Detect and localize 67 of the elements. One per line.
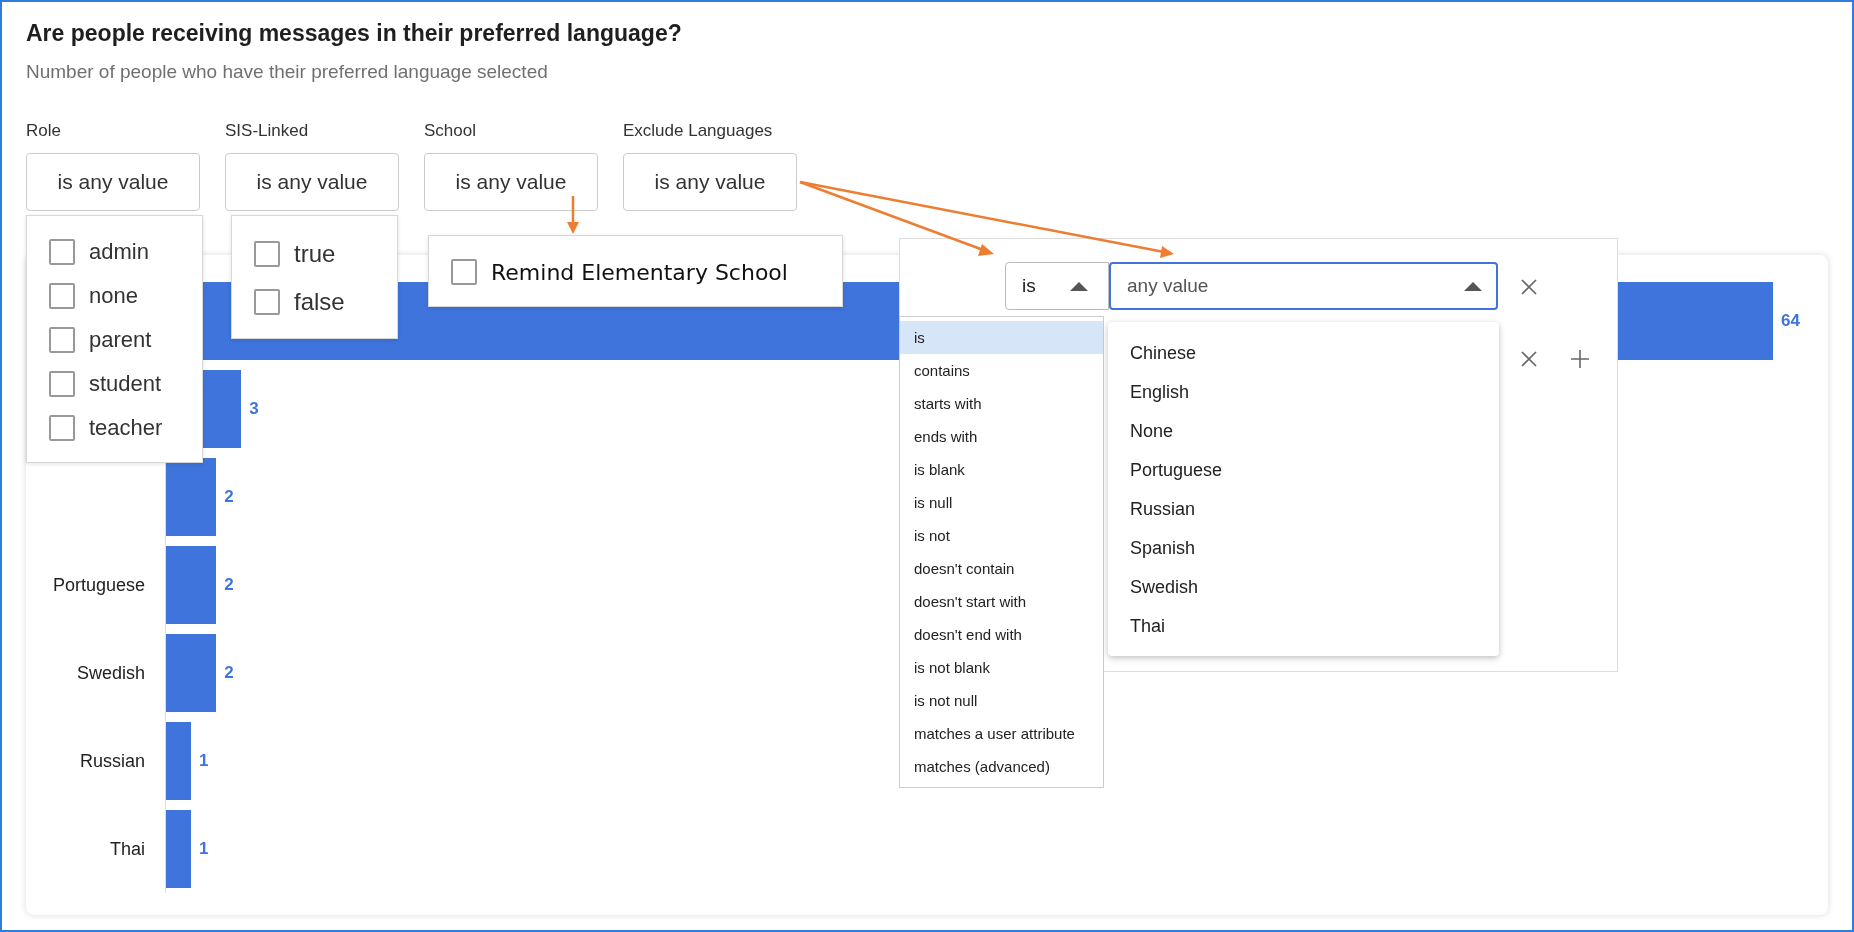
language-option[interactable]: Chinese <box>1108 334 1499 373</box>
category-label: Thai <box>110 838 145 860</box>
checkbox[interactable] <box>49 415 75 441</box>
checkbox[interactable] <box>49 327 75 353</box>
operator-option[interactable]: is blank <box>900 453 1103 486</box>
value-label: 2 <box>224 663 234 683</box>
option-label[interactable]: false <box>294 288 345 316</box>
operator-option[interactable]: doesn't end with <box>900 618 1103 651</box>
value-select[interactable]: any value <box>1109 262 1498 310</box>
category-label: Swedish <box>76 662 145 684</box>
option-label[interactable]: none <box>89 283 138 309</box>
filter-button[interactable]: is any value <box>225 153 399 211</box>
value-label: 2 <box>224 575 234 595</box>
checkbox[interactable] <box>451 259 477 285</box>
language-option[interactable]: Spanish <box>1108 529 1499 568</box>
category-label: Russian <box>79 750 145 772</box>
option-label[interactable]: Remind Elementary School <box>491 259 788 285</box>
chart-title: Are people receiving messages in their preferred language? <box>26 20 683 47</box>
value-label: 2 <box>224 487 234 507</box>
filter-label: School <box>424 121 477 141</box>
option-label[interactable]: admin <box>89 239 149 265</box>
filter-button[interactable]: is any value <box>623 153 797 211</box>
operator-select[interactable]: is <box>1005 262 1109 310</box>
operator-option[interactable]: is not null <box>900 684 1103 717</box>
language-option[interactable]: None <box>1108 412 1499 451</box>
operator-option[interactable]: matches a user attribute <box>900 717 1103 750</box>
language-option[interactable]: Thai <box>1108 607 1499 646</box>
add-icon[interactable] <box>1571 350 1589 368</box>
checkbox[interactable] <box>254 241 280 267</box>
operator-option[interactable]: starts with <box>900 387 1103 420</box>
filter-label: Role <box>26 121 62 141</box>
close-icon[interactable] <box>1521 279 1537 295</box>
caret-icon <box>1070 281 1088 291</box>
operator-option[interactable]: is <box>900 321 1103 354</box>
filter-button[interactable]: is any value <box>26 153 200 211</box>
value-label: 64 <box>1781 311 1800 331</box>
chart-subtitle: Number of people who have their preferred language selected <box>26 61 549 83</box>
operator-option[interactable]: matches (advanced) <box>900 750 1103 783</box>
option-label[interactable]: student <box>89 371 162 397</box>
value-label: 1 <box>199 751 209 771</box>
category-label: Portuguese <box>52 574 145 596</box>
option-label[interactable]: parent <box>89 327 152 353</box>
option-label[interactable]: true <box>294 240 336 268</box>
operator-option[interactable]: is not <box>900 519 1103 552</box>
checkbox[interactable] <box>49 239 75 265</box>
language-option[interactable]: Russian <box>1108 490 1499 529</box>
value-label: 1 <box>199 839 209 859</box>
checkbox[interactable] <box>49 283 75 309</box>
operator-option[interactable]: doesn't contain <box>900 552 1103 585</box>
filter-label: Exclude Languages <box>623 121 774 141</box>
caret-icon <box>1464 281 1482 291</box>
annotation-arrow <box>567 196 579 234</box>
value-label: 3 <box>249 399 259 419</box>
operator-option[interactable]: is not blank <box>900 651 1103 684</box>
filter-label: SIS-Linked <box>225 121 310 141</box>
checkbox[interactable] <box>254 289 280 315</box>
language-option[interactable]: Portuguese <box>1108 451 1499 490</box>
operator-option[interactable]: is null <box>900 486 1103 519</box>
option-label[interactable]: teacher <box>89 415 163 441</box>
operator-option[interactable]: contains <box>900 354 1103 387</box>
close-icon[interactable] <box>1521 351 1537 367</box>
operator-option[interactable]: doesn't start with <box>900 585 1103 618</box>
language-option[interactable]: Swedish <box>1108 568 1499 607</box>
filter-button[interactable]: is any value <box>424 153 598 211</box>
language-option[interactable]: English <box>1108 373 1499 412</box>
checkbox[interactable] <box>49 371 75 397</box>
operator-option[interactable]: ends with <box>900 420 1103 453</box>
